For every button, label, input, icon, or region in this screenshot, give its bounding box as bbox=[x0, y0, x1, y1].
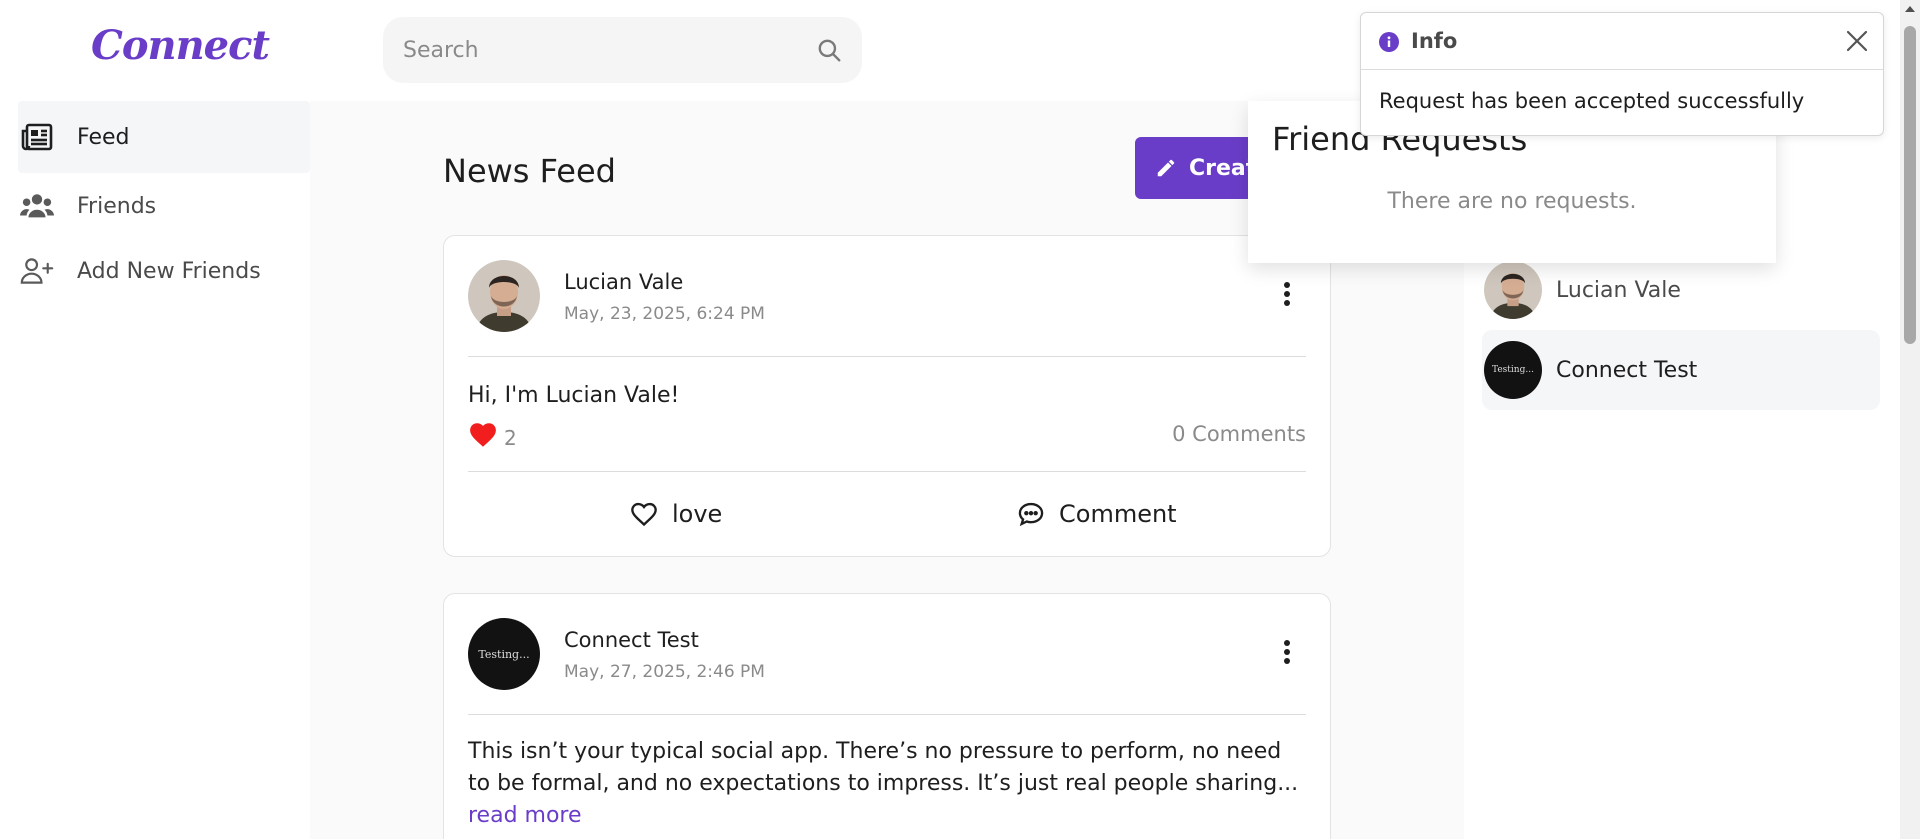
heart-filled-icon bbox=[470, 422, 496, 447]
newspaper-icon bbox=[20, 121, 54, 153]
post-text: This isn’t your typical social app. Ther… bbox=[468, 736, 1308, 832]
post-text-body: This isn’t your typical social app. Ther… bbox=[468, 739, 1299, 796]
scrollbar-thumb[interactable] bbox=[1904, 26, 1916, 344]
sidebar-item-friends[interactable]: Friends bbox=[18, 170, 310, 242]
avatar[interactable]: Testing... bbox=[468, 618, 540, 690]
avatar bbox=[1484, 261, 1542, 319]
read-more-link[interactable]: read more bbox=[468, 803, 582, 828]
contact-name: Lucian Vale bbox=[1556, 277, 1681, 303]
avatar-text: Testing... bbox=[1492, 365, 1534, 375]
info-icon bbox=[1379, 32, 1399, 52]
divider bbox=[468, 714, 1306, 715]
search-icon[interactable] bbox=[816, 37, 842, 63]
post-author[interactable]: Connect Test bbox=[564, 628, 699, 652]
more-options-icon[interactable] bbox=[1282, 640, 1292, 668]
post-date: May, 27, 2025, 2:46 PM bbox=[564, 662, 765, 682]
more-options-icon[interactable] bbox=[1282, 282, 1292, 310]
divider bbox=[468, 356, 1306, 357]
sidebar: Feed Friends Add New Friends bbox=[18, 101, 310, 839]
post-text: Hi, I'm Lucian Vale! bbox=[468, 383, 680, 408]
divider bbox=[468, 471, 1306, 472]
toast-header: Info bbox=[1361, 13, 1883, 70]
comment-icon bbox=[1018, 502, 1044, 527]
likes-count: 2 bbox=[504, 426, 517, 450]
love-label: love bbox=[672, 500, 723, 528]
sidebar-item-add-new-friends[interactable]: Add New Friends bbox=[18, 235, 310, 307]
sidebar-item-label: Feed bbox=[77, 124, 130, 150]
sidebar-item-label: Add New Friends bbox=[77, 258, 261, 284]
toast-message: Request has been accepted successfully bbox=[1379, 89, 1805, 113]
close-icon[interactable] bbox=[1843, 27, 1871, 55]
scrollbar[interactable] bbox=[1900, 0, 1920, 839]
user-plus-icon bbox=[20, 255, 54, 287]
friend-requests-empty: There are no requests. bbox=[1387, 189, 1637, 214]
toast-title: Info bbox=[1411, 29, 1458, 53]
comments-count[interactable]: 0 Comments bbox=[1172, 422, 1306, 446]
avatar[interactable] bbox=[468, 260, 540, 332]
post-date: May, 23, 2025, 6:24 PM bbox=[564, 304, 765, 324]
contact-name: Connect Test bbox=[1556, 357, 1698, 383]
post-card: Testing... Connect Test May, 27, 2025, 2… bbox=[443, 593, 1331, 839]
heart-outline-icon bbox=[631, 502, 657, 527]
comment-label: Comment bbox=[1059, 500, 1177, 528]
search-box bbox=[383, 17, 862, 83]
love-button[interactable]: love bbox=[630, 489, 722, 539]
contact-item[interactable]: Testing... Connect Test bbox=[1482, 330, 1880, 410]
post-card: Lucian Vale May, 23, 2025, 6:24 PM Hi, I… bbox=[443, 235, 1331, 557]
likes-summary: 2 bbox=[468, 418, 517, 450]
sidebar-item-label: Friends bbox=[77, 193, 157, 219]
search-input[interactable] bbox=[403, 17, 803, 83]
scroll-up-icon[interactable] bbox=[1905, 6, 1915, 12]
pencil-icon bbox=[1157, 159, 1175, 177]
logo[interactable]: Connect bbox=[91, 22, 270, 69]
info-toast: Info Request has been accepted successfu… bbox=[1360, 12, 1884, 136]
post-author[interactable]: Lucian Vale bbox=[564, 270, 683, 294]
avatar: Testing... bbox=[1484, 341, 1542, 399]
comment-button[interactable]: Comment bbox=[1017, 489, 1177, 539]
avatar-text: Testing... bbox=[478, 647, 530, 661]
sidebar-item-feed[interactable]: Feed bbox=[18, 101, 310, 173]
users-icon bbox=[20, 190, 54, 222]
page-title: News Feed bbox=[443, 152, 616, 190]
